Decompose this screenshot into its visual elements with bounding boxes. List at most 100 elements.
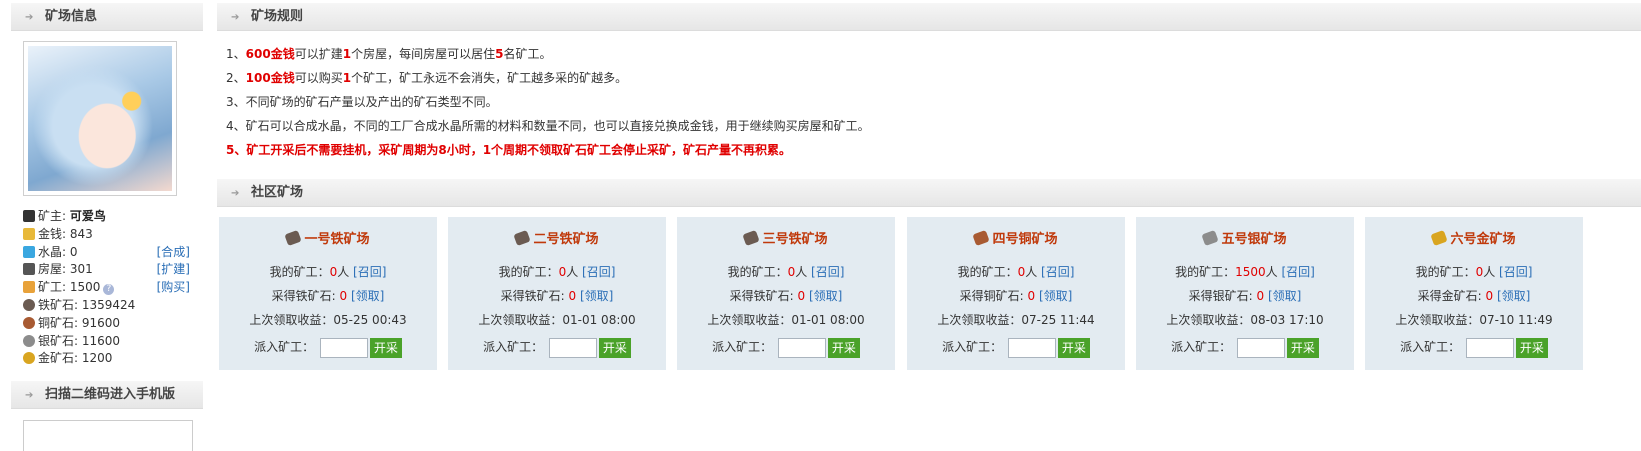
rule-text: 个矿工，矿工永远不会消失，矿工越多采的矿越多。 xyxy=(351,71,628,85)
ore-label: 采得金矿石: xyxy=(1417,289,1486,303)
copper-ore-icon xyxy=(972,229,991,247)
stat-label: 铜矿石: xyxy=(38,315,79,330)
collect-link[interactable]: [领取] xyxy=(1493,289,1530,303)
stat-value: 301 xyxy=(69,262,93,277)
dispatch-miners-input[interactable] xyxy=(1236,337,1285,358)
rule-item: 4、矿石可以合成水晶，不同的工厂合成水晶所需的材料和数量不同，也可以直接兑换成金… xyxy=(226,114,1606,138)
dispatch-label: 派入矿工： xyxy=(712,340,776,354)
rule-text: 2、 xyxy=(226,71,246,85)
miners-unit: 人 xyxy=(795,265,808,279)
mine-name[interactable]: 二号铁矿场 xyxy=(533,232,598,247)
recall-link[interactable]: [召回] xyxy=(1278,265,1315,279)
rules-list: 1、600金钱可以扩建1个房屋，每间房屋可以居住5名矿工。 2、100金钱可以购买… xyxy=(226,42,1606,162)
collect-link[interactable]: [领取] xyxy=(1035,289,1072,303)
stat-label: 金矿石: xyxy=(38,351,79,366)
dispatch-miners-input[interactable] xyxy=(777,337,826,358)
rule-highlight: 100金钱 xyxy=(245,71,295,85)
stat-value: 可爱鸟 xyxy=(69,209,106,223)
iron-ore-icon xyxy=(284,229,303,247)
stat-label: 银矿石: xyxy=(38,333,79,348)
ore-count: 0 xyxy=(1256,289,1265,303)
my-miners-count: 1500 xyxy=(1235,265,1266,279)
last-collect-time: 01-01 08:00 xyxy=(562,313,636,327)
stat-action-link[interactable]: [购买] xyxy=(157,279,190,297)
collect-link[interactable]: [领取] xyxy=(347,289,384,303)
mine-name[interactable]: 四号铜矿场 xyxy=(992,232,1057,247)
dispatch-miners-input[interactable] xyxy=(548,337,597,358)
collect-link[interactable]: [领取] xyxy=(1264,289,1301,303)
stat-value: 843 xyxy=(69,226,93,241)
ore-line: 采得银矿石: 0 [领取] xyxy=(1136,284,1354,308)
start-mining-button[interactable]: 开采 xyxy=(1515,337,1548,358)
miners-unit: 人 xyxy=(1025,265,1038,279)
house-icon xyxy=(23,263,35,276)
mine-name[interactable]: 一号铁矿场 xyxy=(304,232,369,247)
start-mining-button[interactable]: 开采 xyxy=(1057,337,1090,358)
ore-label: 采得铁矿石: xyxy=(500,289,569,303)
mine-title[interactable]: 五号银矿场 xyxy=(1136,229,1354,250)
mine-name[interactable]: 三号铁矿场 xyxy=(762,232,827,247)
mine-name[interactable]: 五号银矿场 xyxy=(1221,232,1286,247)
dispatch-line: 派入矿工： 开采 xyxy=(448,334,666,360)
my-miners-line: 我的矿工：0人 [召回] xyxy=(448,260,666,284)
mine-card: 二号铁矿场 我的矿工：0人 [召回] 采得铁矿石: 0 [领取] 上次领取收益：01-… xyxy=(448,217,666,370)
mine-title[interactable]: 一号铁矿场 xyxy=(219,229,437,250)
iron-ore-icon xyxy=(513,229,532,247)
stat-value: 1500 xyxy=(69,280,101,295)
last-collect-line: 上次领取收益：07-10 11:49 xyxy=(1365,308,1583,332)
collect-link[interactable]: [领取] xyxy=(805,289,842,303)
stat-row: 矿主: 可爱鸟 xyxy=(23,208,198,226)
mines-header: ➔ 社区矿场 xyxy=(217,179,1641,207)
crystal-icon xyxy=(23,245,35,258)
recall-link[interactable]: [召回] xyxy=(1495,265,1532,279)
iron-ore-icon xyxy=(742,229,761,247)
stat-row: 房屋: 301 [扩建] xyxy=(23,261,198,279)
recall-link[interactable]: [召回] xyxy=(578,265,615,279)
arrow-icon: ➔ xyxy=(25,12,34,23)
copper-ore-icon xyxy=(23,316,35,329)
start-mining-button[interactable]: 开采 xyxy=(1286,337,1319,358)
owner-stats-list: 矿主: 可爱鸟 金钱: 843 水晶: 0 [合成] 房屋: 301 [扩建] 矿工: 15… xyxy=(23,208,198,368)
help-icon[interactable]: ? xyxy=(103,284,115,296)
dispatch-line: 派入矿工： 开采 xyxy=(907,334,1125,360)
miners-unit: 人 xyxy=(1483,265,1496,279)
stat-value: 91600 xyxy=(81,315,121,330)
rule-text: 个房屋，每间房屋可以居住 xyxy=(351,47,496,61)
ore-line: 采得铜矿石: 0 [领取] xyxy=(907,284,1125,308)
start-mining-button[interactable]: 开采 xyxy=(598,337,631,358)
start-mining-button[interactable]: 开采 xyxy=(369,337,402,358)
mine-title[interactable]: 三号铁矿场 xyxy=(677,229,895,250)
mine-title[interactable]: 二号铁矿场 xyxy=(448,229,666,250)
silver-ore-icon xyxy=(1201,229,1220,247)
my-miners-line: 我的矿工：0人 [召回] xyxy=(677,260,895,284)
gold-ore-icon xyxy=(23,352,35,365)
mine-name[interactable]: 六号金矿场 xyxy=(1450,232,1515,247)
stat-action-link[interactable]: [扩建] xyxy=(157,261,190,279)
last-collect-line: 上次领取收益：01-01 08:00 xyxy=(448,308,666,332)
stat-action-link[interactable]: [合成] xyxy=(157,244,190,262)
dispatch-miners-input[interactable] xyxy=(1007,337,1056,358)
dispatch-miners-input[interactable] xyxy=(319,337,368,358)
last-collect-label: 上次领取收益： xyxy=(707,313,792,327)
dispatch-line: 派入矿工： 开采 xyxy=(219,334,437,360)
mine-info-title: 矿场信息 xyxy=(45,9,98,24)
silver-ore-icon xyxy=(23,334,35,347)
mine-title[interactable]: 六号金矿场 xyxy=(1365,229,1583,250)
qr-code-image xyxy=(23,420,193,451)
person-icon xyxy=(23,210,35,222)
last-collect-time: 08-03 17:10 xyxy=(1250,313,1324,327)
arrow-icon: ➔ xyxy=(25,390,34,401)
rule-text: 可以购买 xyxy=(294,71,343,85)
rule-highlight: 1 xyxy=(342,71,352,85)
last-collect-label: 上次领取收益： xyxy=(249,313,334,327)
collect-link[interactable]: [领取] xyxy=(576,289,613,303)
recall-link[interactable]: [召回] xyxy=(349,265,386,279)
mine-title[interactable]: 四号铜矿场 xyxy=(907,229,1125,250)
dispatch-miners-input[interactable] xyxy=(1465,337,1514,358)
recall-link[interactable]: [召回] xyxy=(807,265,844,279)
rule-item-warning: 5、矿工开采后不需要挂机，采矿周期为8小时，1个周期不领取矿石矿工会停止采矿，矿… xyxy=(226,143,792,157)
recall-link[interactable]: [召回] xyxy=(1037,265,1074,279)
start-mining-button[interactable]: 开采 xyxy=(827,337,860,358)
last-collect-label: 上次领取收益： xyxy=(478,313,563,327)
my-miners-label: 我的矿工： xyxy=(1415,265,1476,279)
